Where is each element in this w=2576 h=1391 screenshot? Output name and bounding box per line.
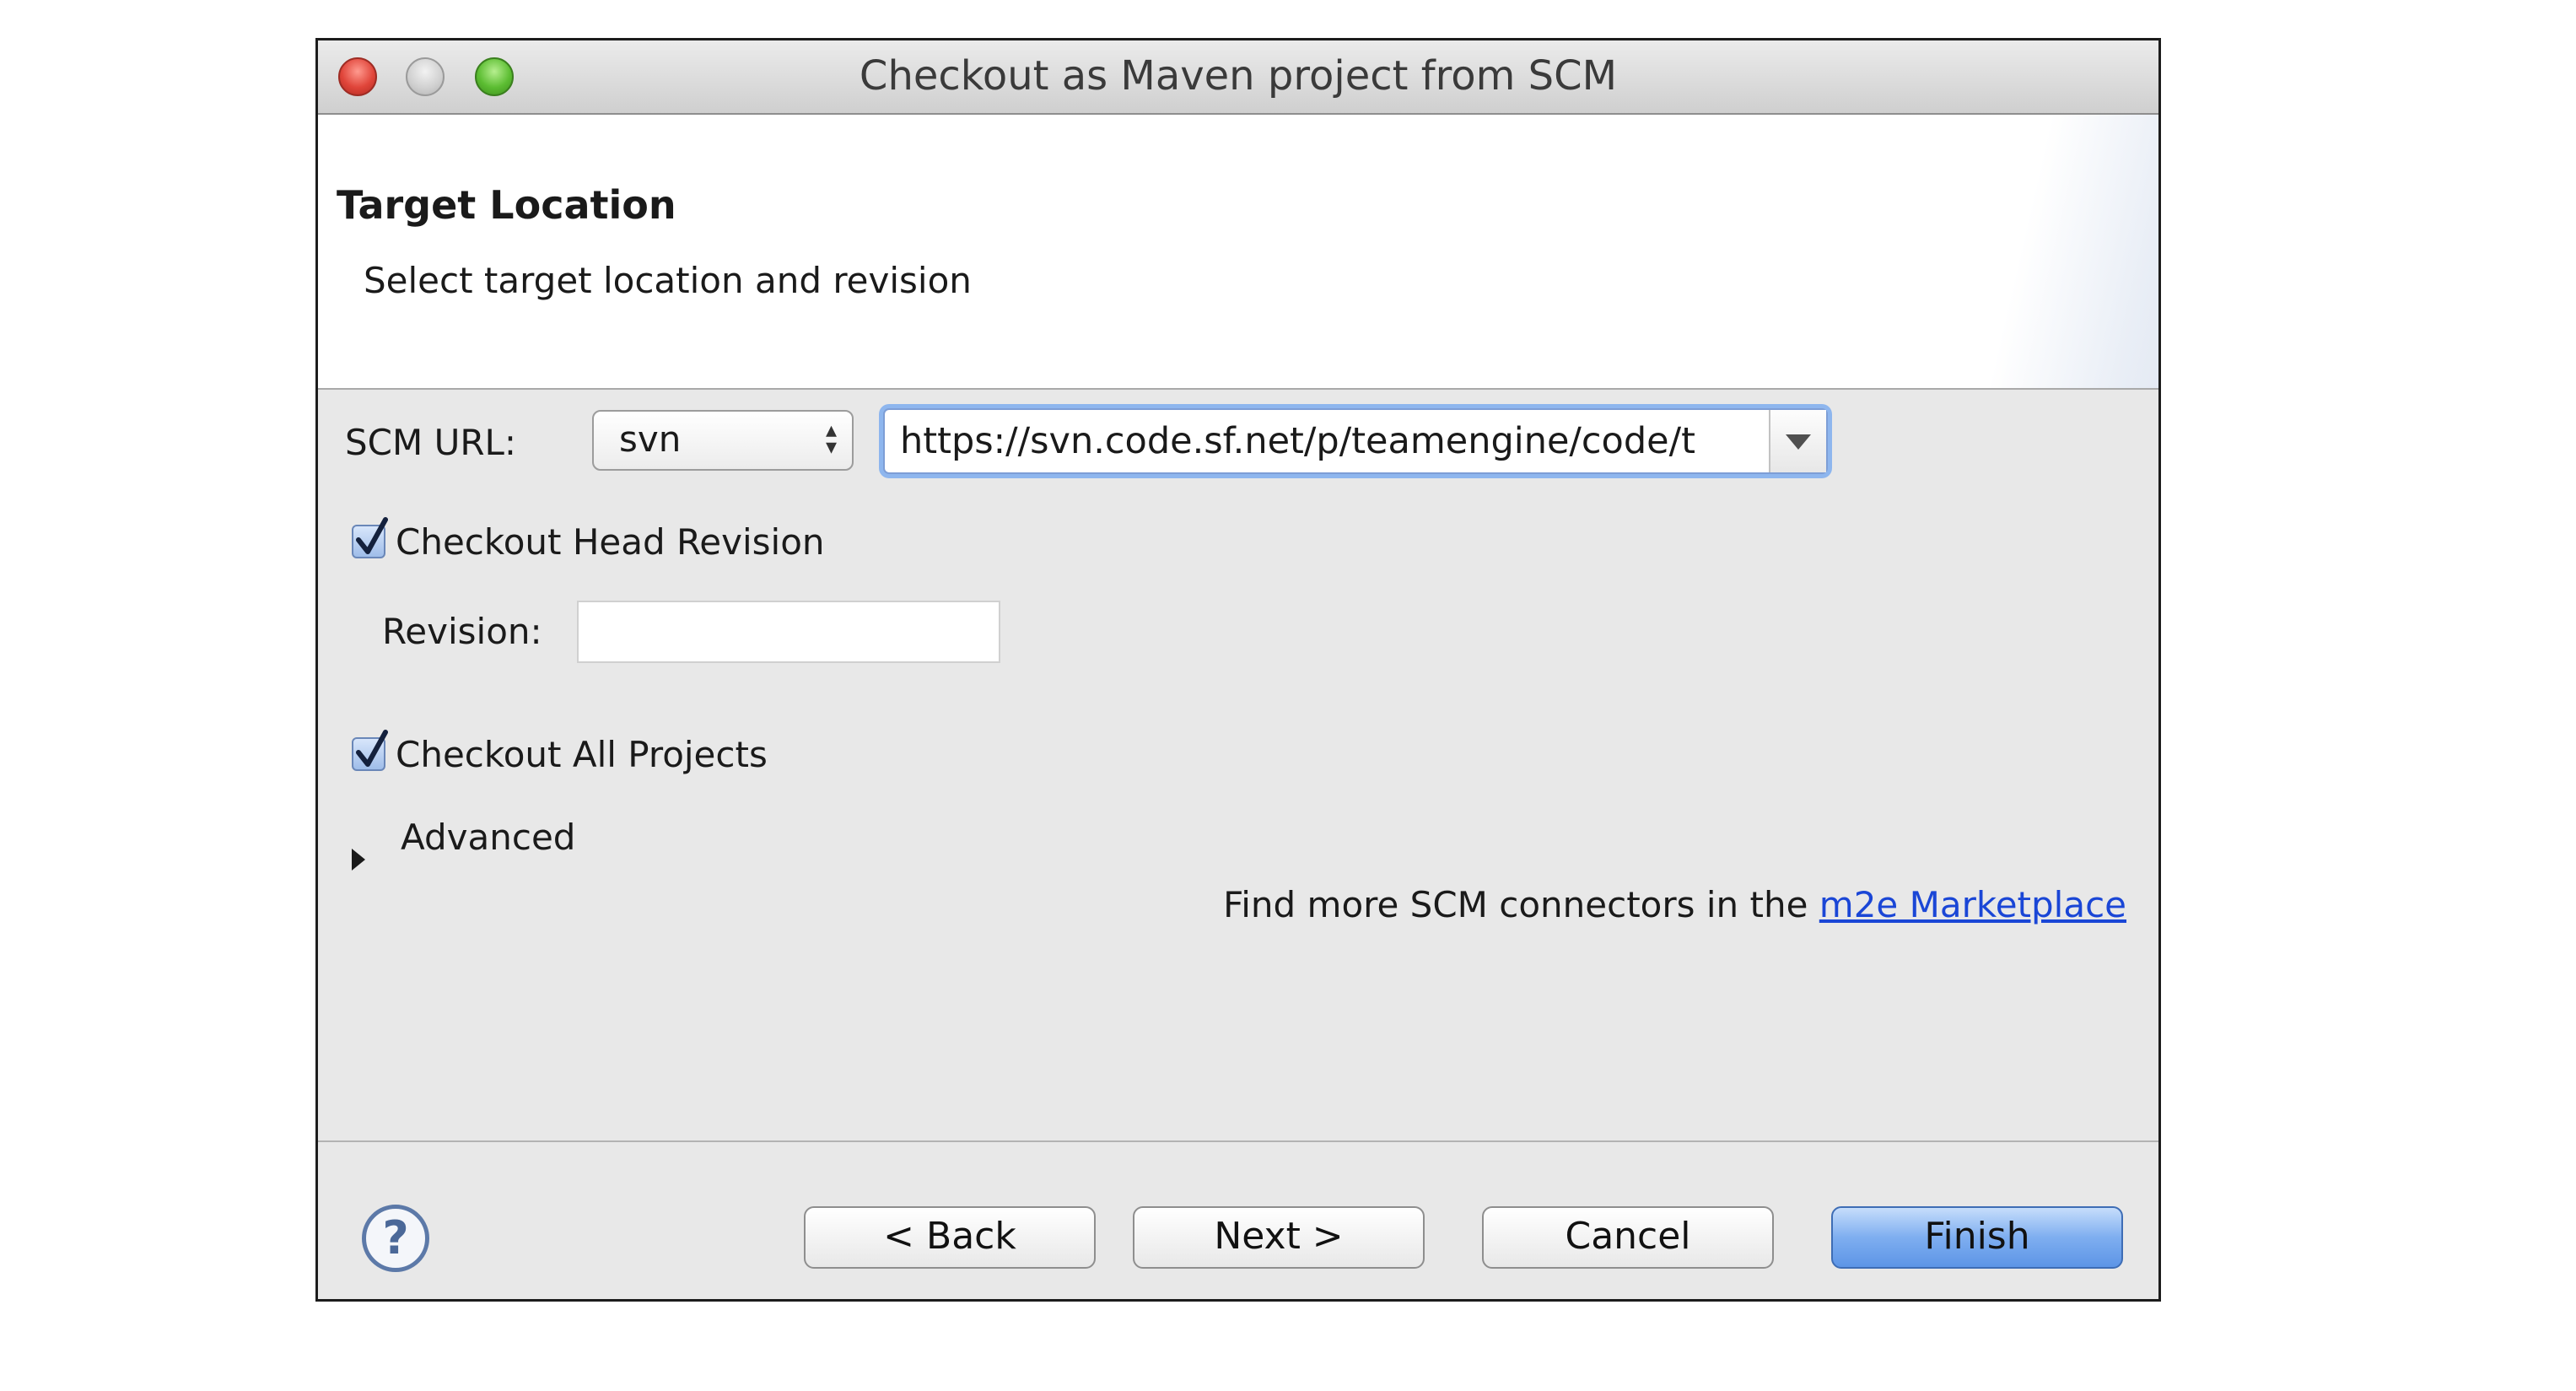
page-description: Select target location and revision — [364, 260, 972, 301]
scm-type-select[interactable]: svn ▴ ▾ — [592, 410, 854, 471]
checkmark-icon — [356, 517, 388, 554]
banner-decoration — [1897, 115, 2158, 388]
window-title: Checkout as Maven project from SCM — [859, 52, 1618, 100]
scm-url-input[interactable]: https://svn.code.sf.net/p/teamengine/cod… — [900, 420, 1764, 462]
chevron-down-icon[interactable] — [1769, 410, 1826, 472]
checkout-head-label[interactable]: Checkout Head Revision — [396, 521, 825, 563]
checkout-all-checkbox[interactable] — [352, 730, 388, 771]
back-button[interactable]: < Back — [804, 1206, 1096, 1269]
marketplace-link[interactable]: m2e Marketplace — [1819, 884, 2126, 925]
scm-url-label: SCM URL: — [345, 422, 517, 463]
help-icon[interactable]: ? — [362, 1205, 429, 1272]
wizard-banner: Target Location Select target location a… — [318, 115, 2158, 390]
scm-type-value: svn — [619, 418, 682, 460]
marketplace-text: Find more SCM connectors in the — [1223, 884, 1808, 925]
cancel-button[interactable]: Cancel — [1482, 1206, 1774, 1269]
revision-input[interactable] — [577, 601, 1000, 663]
revision-label: Revision: — [382, 611, 542, 652]
page-title: Target Location — [337, 182, 676, 228]
next-button[interactable]: Next > — [1133, 1206, 1425, 1269]
checkmark-icon — [356, 730, 388, 767]
checkout-all-label[interactable]: Checkout All Projects — [396, 734, 768, 775]
marketplace-hint: Find more SCM connectors in the m2e Mark… — [1223, 884, 2126, 925]
title-bar: Checkout as Maven project from SCM — [318, 40, 2158, 115]
checkout-dialog: Checkout as Maven project from SCM Targe… — [315, 38, 2161, 1302]
advanced-section-toggle[interactable]: Advanced — [401, 817, 575, 858]
select-arrows-icon: ▴ ▾ — [825, 418, 837, 460]
footer-divider — [318, 1140, 2158, 1142]
checkout-head-checkbox[interactable] — [352, 517, 388, 558]
disclosure-triangle-icon[interactable] — [352, 849, 365, 871]
finish-button[interactable]: Finish — [1831, 1206, 2123, 1269]
scm-url-combo[interactable]: https://svn.code.sf.net/p/teamengine/cod… — [883, 408, 1828, 474]
